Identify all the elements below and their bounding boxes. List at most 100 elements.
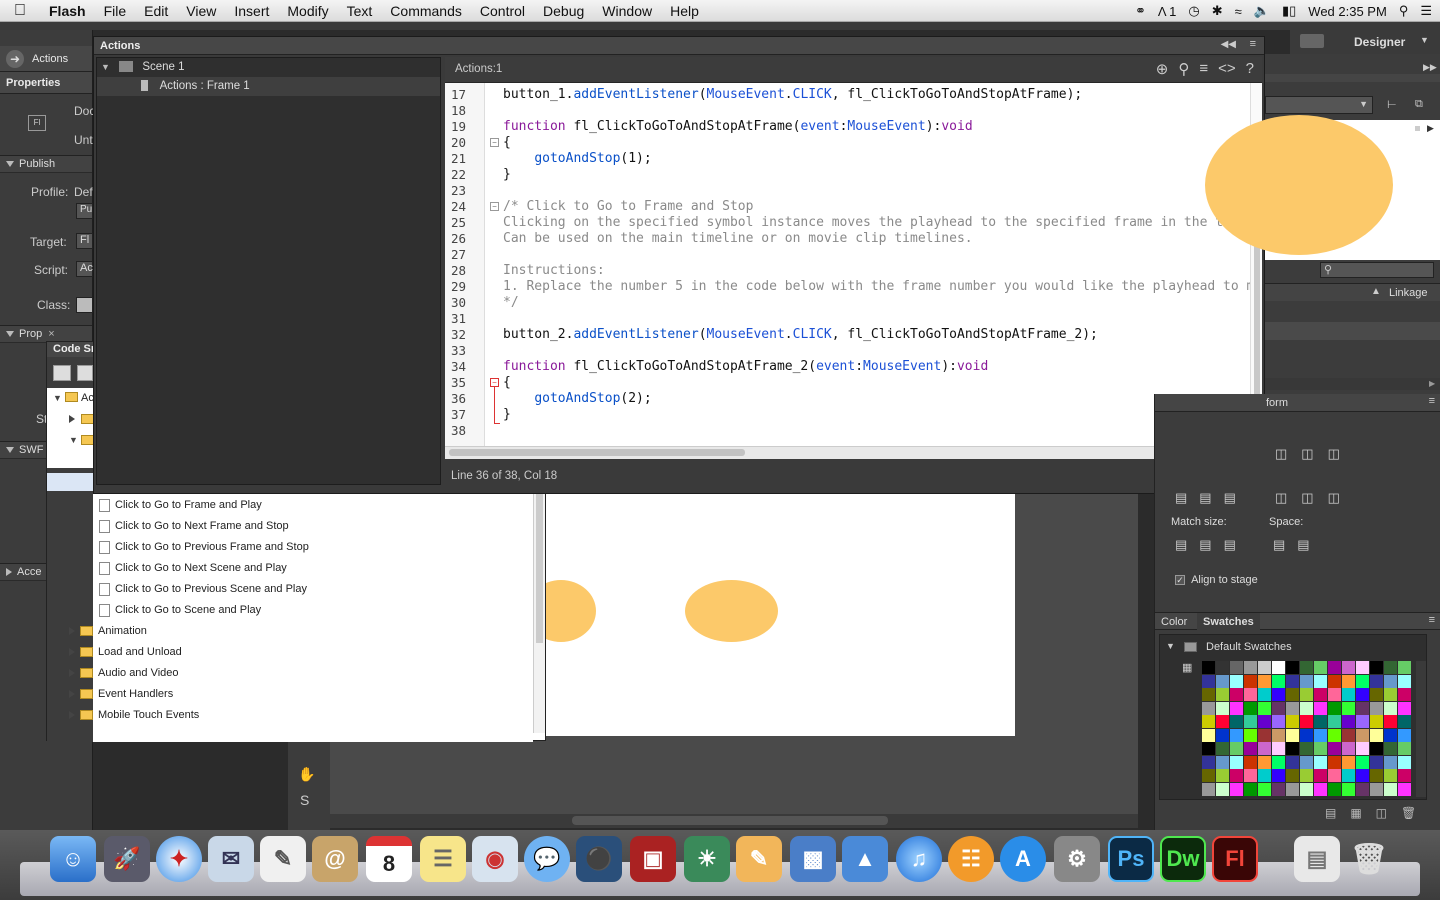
ibooks-icon[interactable]: ☷ xyxy=(948,836,994,882)
pin-icon[interactable]: ⊢ xyxy=(1387,98,1397,111)
color-swatch[interactable] xyxy=(1342,755,1355,769)
fold-toggle-icon[interactable]: − xyxy=(490,138,499,147)
code-line[interactable]: function fl_ClickToGoToAndStopAtFrame(ev… xyxy=(503,119,973,135)
adobe-ai-icon[interactable]: Λ 1 xyxy=(1158,4,1177,19)
hand-tool-icon[interactable]: ✋ xyxy=(298,766,315,783)
insert-target-path-icon[interactable]: ⊕ xyxy=(1156,60,1169,78)
color-swatch[interactable] xyxy=(1244,715,1257,728)
color-swatch[interactable] xyxy=(1328,782,1341,796)
color-swatch[interactable] xyxy=(1356,715,1369,728)
code-line[interactable]: 1. Replace the number 5 in the code belo… xyxy=(503,279,1250,295)
color-swatch[interactable] xyxy=(1370,782,1383,796)
color-swatch[interactable] xyxy=(1370,769,1383,782)
color-swatch[interactable] xyxy=(1370,674,1383,688)
preview-stop-icon[interactable] xyxy=(1415,126,1420,131)
apple-icon[interactable]:  xyxy=(0,2,40,20)
new-library-icon[interactable]: ⧉ xyxy=(1415,98,1423,111)
color-swatch[interactable] xyxy=(1314,715,1327,728)
color-swatch[interactable] xyxy=(1230,688,1243,701)
time-machine-icon[interactable]: ◷ xyxy=(1188,3,1199,19)
color-swatch[interactable] xyxy=(1202,701,1215,715)
color-swatch[interactable] xyxy=(1216,661,1229,674)
color-swatch[interactable] xyxy=(1244,769,1257,782)
color-swatch[interactable] xyxy=(1244,742,1257,755)
color-swatch[interactable] xyxy=(1356,661,1369,674)
editor-horizontal-scrollbar[interactable] xyxy=(445,446,1250,459)
distribute-buttons-row[interactable]: ▤▤▤ xyxy=(1175,490,1248,506)
color-swatch[interactable] xyxy=(1244,782,1257,796)
color-swatch[interactable] xyxy=(1202,661,1215,674)
color-swatch[interactable] xyxy=(1216,701,1229,715)
messages-icon[interactable]: 💬 xyxy=(524,836,570,882)
color-swatch[interactable] xyxy=(1258,742,1271,755)
code-line[interactable]: button_2.addEventListener(MouseEvent.CLI… xyxy=(503,327,1098,343)
color-swatch[interactable] xyxy=(1216,769,1229,782)
color-swatch[interactable] xyxy=(1272,701,1285,715)
code-line[interactable]: } xyxy=(503,167,511,183)
color-swatch[interactable] xyxy=(1314,755,1327,769)
clock[interactable]: Wed 2:35 PM xyxy=(1308,4,1387,19)
color-swatch[interactable] xyxy=(1272,674,1285,688)
menu-view[interactable]: View xyxy=(177,3,225,19)
color-swatch[interactable] xyxy=(1370,661,1383,674)
snippet-item[interactable]: Click to Go to Next Frame and Stop xyxy=(99,519,289,533)
color-swatch[interactable] xyxy=(1342,715,1355,728)
color-swatch[interactable] xyxy=(1286,755,1299,769)
color-swatch[interactable] xyxy=(1398,769,1411,782)
facetime-icon[interactable]: ⚫ xyxy=(576,836,622,882)
document-stack-icon[interactable]: ▤ xyxy=(1294,836,1340,882)
color-swatch[interactable] xyxy=(1398,701,1411,715)
bluetooth-icon[interactable]: ✱ xyxy=(1212,3,1223,19)
color-swatch[interactable] xyxy=(1300,701,1313,715)
collapse-panel-icon[interactable]: ▶▶ xyxy=(1423,62,1437,73)
scrollbar-thumb[interactable] xyxy=(449,449,745,456)
app-store-icon[interactable]: A xyxy=(1000,836,1046,882)
color-swatch[interactable] xyxy=(1258,715,1271,728)
color-swatch[interactable] xyxy=(1370,742,1383,755)
selected-row[interactable] xyxy=(47,473,93,491)
color-swatch[interactable] xyxy=(1258,688,1271,701)
calendar-icon[interactable]: 8 xyxy=(366,836,412,882)
textedit-icon[interactable]: ✎ xyxy=(260,836,306,882)
color-swatch[interactable] xyxy=(1244,661,1257,674)
mail-icon[interactable]: ✉ xyxy=(208,836,254,882)
tab-swatches[interactable]: Swatches xyxy=(1197,613,1260,630)
color-swatch[interactable] xyxy=(1230,728,1243,742)
color-swatch[interactable] xyxy=(1272,782,1285,796)
color-swatch[interactable] xyxy=(1202,728,1215,742)
color-swatch[interactable] xyxy=(1272,742,1285,755)
color-swatch[interactable] xyxy=(1356,755,1369,769)
color-swatch[interactable] xyxy=(1244,728,1257,742)
align-to-stage-checkbox[interactable]: ✓ Align to stage xyxy=(1175,574,1258,586)
code-editor[interactable]: 17 18 19 20 21 22 23 24 25 26 27 28 29 30 31 32 33 34 35 36… xyxy=(445,83,1250,446)
color-swatch[interactable] xyxy=(1244,688,1257,701)
numbers-icon[interactable]: ▩ xyxy=(790,836,836,882)
color-swatch[interactable] xyxy=(1342,701,1355,715)
color-swatch[interactable] xyxy=(1300,728,1313,742)
color-swatch[interactable] xyxy=(1286,742,1299,755)
actions-panel-title[interactable]: Actions xyxy=(94,37,1264,55)
snippet-item[interactable]: Click to Go to Next Scene and Play xyxy=(99,561,287,575)
editor-tab[interactable]: Actions:1 xyxy=(455,63,502,75)
color-swatch[interactable] xyxy=(1398,742,1411,755)
preview-play-icon[interactable]: ▶ xyxy=(1427,123,1434,134)
color-swatch[interactable] xyxy=(1202,674,1215,688)
code-line[interactable]: button_1.addEventListener(MouseEvent.CLI… xyxy=(503,87,1082,103)
color-swatch[interactable] xyxy=(1342,769,1355,782)
code-line[interactable]: Can be used on the main timeline or on m… xyxy=(503,231,973,247)
color-swatch[interactable] xyxy=(1328,728,1341,742)
snippet-item[interactable]: Click to Go to Frame and Play xyxy=(99,498,262,512)
menu-insert[interactable]: Insert xyxy=(225,3,278,19)
menu-window[interactable]: Window xyxy=(593,3,661,19)
color-swatch[interactable] xyxy=(1370,688,1383,701)
color-swatch[interactable] xyxy=(1216,688,1229,701)
color-swatch[interactable] xyxy=(1230,715,1243,728)
color-swatch[interactable] xyxy=(1342,674,1355,688)
fold-toggle-icon[interactable]: − xyxy=(490,202,499,211)
snippet-item[interactable]: Click to Go to Previous Frame and Stop xyxy=(99,540,309,554)
stage[interactable] xyxy=(526,494,1015,736)
color-swatch[interactable] xyxy=(1230,755,1243,769)
code-line[interactable]: { xyxy=(503,135,511,151)
color-swatch[interactable] xyxy=(1286,715,1299,728)
panel-menu-icon[interactable]: ≡ xyxy=(1250,38,1256,50)
